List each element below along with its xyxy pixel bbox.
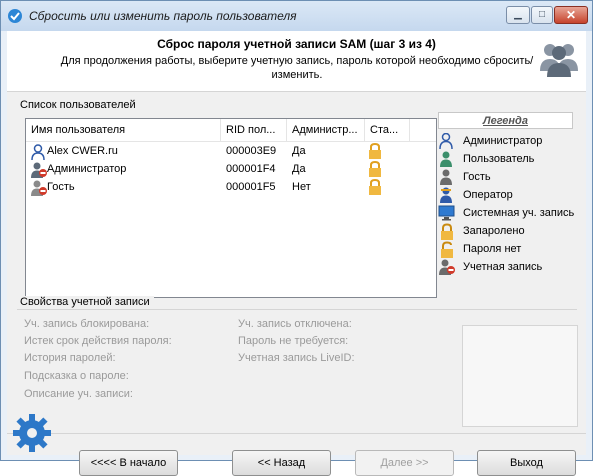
title-bar[interactable]: Сбросить или изменить пароль пользовател… — [1, 1, 592, 31]
properties-divider — [17, 309, 577, 310]
users-group-label: Список пользователей — [20, 99, 136, 111]
prop-password-hint: Подсказка о пароле: — [24, 370, 129, 382]
lock-icon — [369, 178, 381, 195]
table-row[interactable]: Администратор 000001F4 Да — [26, 160, 436, 178]
wizard-window: Сбросить или изменить пароль пользовател… — [0, 0, 593, 476]
properties-group-label: Свойства учетной записи — [20, 296, 154, 308]
app-icon — [8, 9, 22, 23]
gear-icon — [13, 414, 51, 452]
footer-divider — [7, 433, 586, 434]
disabled-account-icon — [439, 259, 455, 275]
legend-panel: Легенда Администратор Пользователь Гость… — [438, 112, 575, 284]
column-header-admin[interactable]: Администр... — [287, 119, 365, 141]
legend-label: Пароля нет — [463, 243, 522, 255]
row-name: Гость — [47, 181, 75, 193]
legend-label: Оператор — [463, 189, 513, 201]
close-button[interactable]: ✕ — [554, 6, 588, 24]
legend-label: Запаролено — [463, 225, 525, 237]
user-icon — [31, 144, 45, 161]
row-rid: 000001F4 — [226, 163, 276, 175]
window-title: Сбросить или изменить пароль пользовател… — [29, 9, 297, 23]
table-row[interactable]: Alex CWER.ru 000003E9 Да — [26, 142, 436, 161]
row-name: Alex CWER.ru — [47, 145, 118, 157]
admin-icon — [439, 133, 453, 149]
computer-icon — [438, 205, 455, 221]
minimize-button[interactable]: ▁ — [506, 6, 530, 24]
page-title: Сброс пароля учетной записи SAM (шаг 3 и… — [157, 37, 436, 51]
legend-label: Гость — [463, 171, 491, 183]
home-button[interactable]: <<<< В начало — [79, 450, 178, 476]
prop-locked: Уч. запись блокирована: — [24, 318, 150, 330]
users-group-icon — [540, 44, 578, 77]
lock-icon — [369, 160, 381, 177]
back-button[interactable]: << Назад — [232, 450, 331, 476]
lock-open-icon — [441, 241, 453, 258]
lock-closed-icon — [441, 223, 453, 240]
row-admin: Да — [292, 163, 306, 175]
users-list[interactable]: Имя пользователя RID пол... Администр...… — [25, 118, 437, 298]
row-rid: 000001F5 — [226, 181, 276, 193]
column-header-name[interactable]: Имя пользователя — [26, 119, 221, 141]
prop-password-history: История паролей: — [24, 352, 116, 364]
guest-icon — [440, 169, 452, 185]
next-button[interactable]: Далее >> — [355, 450, 454, 476]
row-admin: Да — [292, 145, 306, 157]
prop-password-not-required: Пароль не требуется: — [238, 335, 349, 347]
maximize-button[interactable]: □ — [531, 6, 553, 24]
wizard-client: Сброс пароля учетной записи SAM (шаг 3 и… — [7, 31, 586, 476]
legend-label: Учетная запись — [463, 261, 543, 273]
admin-disabled-icon — [31, 162, 47, 178]
table-row[interactable]: Гость 000001F5 Нет — [26, 178, 436, 196]
lock-icon — [369, 142, 381, 159]
users-list-header: Имя пользователя RID пол... Администр...… — [26, 119, 436, 142]
exit-button[interactable]: Выход — [477, 450, 576, 476]
prop-liveid: Учетная запись LiveID: — [238, 352, 355, 364]
column-header-status[interactable]: Ста... — [365, 119, 410, 141]
prop-description: Описание уч. записи: — [24, 388, 133, 400]
page-subtitle: Для продолжения работы, выберите учетную… — [60, 55, 534, 81]
account-picture-box — [462, 325, 578, 427]
wizard-header: Сброс пароля учетной записи SAM (шаг 3 и… — [7, 31, 586, 91]
prop-disabled: Уч. запись отключена: — [238, 318, 352, 330]
row-admin: Нет — [292, 181, 311, 193]
user-icon — [440, 151, 452, 167]
row-name: Администратор — [47, 163, 127, 175]
wizard-body: Список пользователей Имя пользователя RI… — [7, 91, 586, 476]
guest-disabled-icon — [31, 180, 47, 196]
operator-icon — [440, 187, 452, 203]
prop-password-expired: Истек срок действия пароля: — [24, 335, 172, 347]
legend-label: Пользователь — [463, 153, 535, 165]
column-header-rid[interactable]: RID пол... — [221, 119, 287, 141]
legend-label: Администратор — [463, 135, 543, 147]
legend-title: Легенда — [438, 112, 573, 129]
row-rid: 000003E9 — [226, 145, 277, 157]
legend-label: Системная уч. запись — [463, 207, 575, 219]
